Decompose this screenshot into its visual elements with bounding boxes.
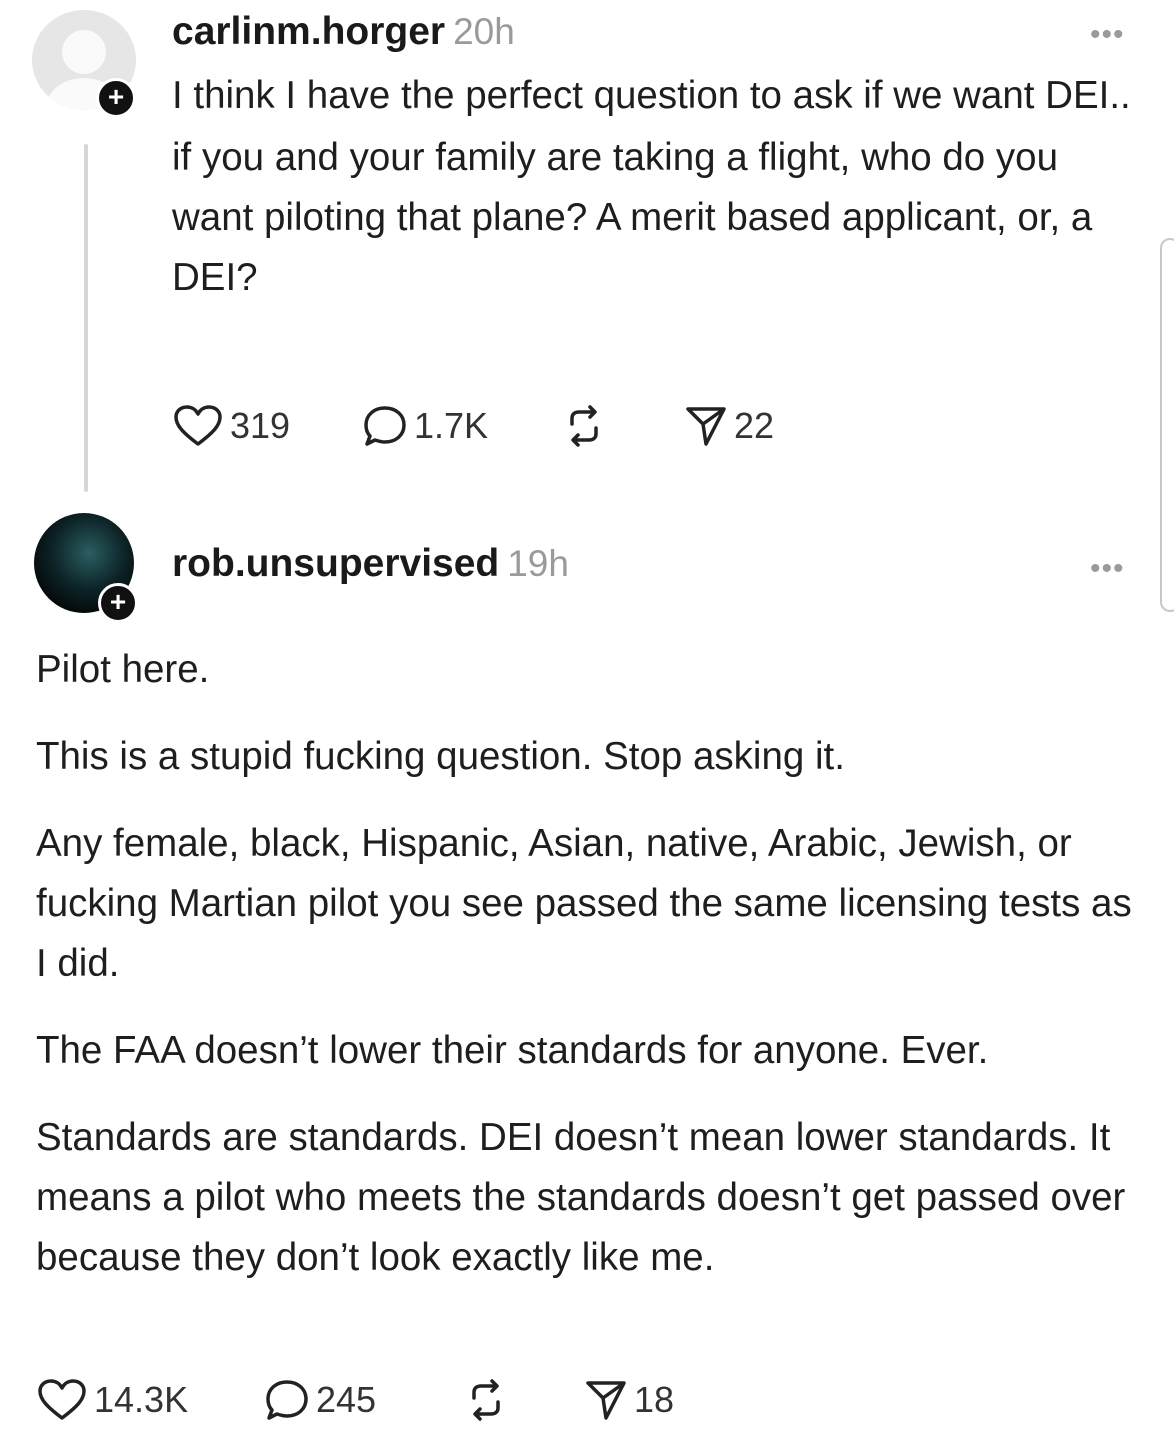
- comment-count: 245: [316, 1379, 377, 1420]
- username[interactable]: carlinm.horger: [172, 10, 445, 53]
- reply-paragraph: The FAA doesn’t lower their standards fo…: [36, 1029, 989, 1072]
- reply-actions: 14.3K 245 18: [36, 1378, 674, 1422]
- reply-paragraph: Pilot here.: [36, 648, 210, 691]
- username[interactable]: rob.unsupervised: [172, 542, 499, 585]
- comment-icon: [364, 406, 406, 446]
- repost-button[interactable]: [462, 1378, 584, 1422]
- like-button[interactable]: 319: [172, 404, 362, 448]
- like-count: 14.3K: [94, 1379, 189, 1420]
- post-text: I think I have the perfect question to a…: [172, 66, 1132, 310]
- timestamp: 20h: [453, 11, 515, 52]
- comment-icon: [266, 1380, 308, 1420]
- comment-count: 1.7K: [414, 405, 489, 446]
- like-count: 319: [230, 405, 291, 446]
- avatar-head: [62, 30, 106, 74]
- repost-icon: [570, 405, 598, 447]
- share-button[interactable]: 18: [584, 1378, 674, 1422]
- reply-paragraph: Standards are standards. DEI doesn’t mea…: [36, 1116, 1126, 1279]
- reply-header: rob.unsupervised 19h: [172, 542, 569, 586]
- thread-line: [84, 144, 88, 492]
- more-icon[interactable]: •••: [1090, 552, 1125, 586]
- follow-button[interactable]: +: [98, 583, 138, 623]
- reply-paragraph: Any female, black, Hispanic, Asian, nati…: [36, 822, 1132, 985]
- repost-button[interactable]: [560, 404, 684, 448]
- share-icon: [586, 1381, 626, 1420]
- reply-paragraph: This is a stupid fucking question. Stop …: [36, 735, 845, 778]
- post-actions: 319 1.7K 22: [172, 404, 774, 448]
- more-icon[interactable]: •••: [1090, 18, 1125, 52]
- share-count: 18: [634, 1379, 675, 1420]
- post-paragraph: if you and your family are taking a flig…: [172, 136, 1093, 299]
- reply-text: Pilot here. This is a stupid fucking que…: [36, 640, 1146, 1315]
- post-header: carlinm.horger 20h: [172, 10, 515, 54]
- comment-button[interactable]: 1.7K: [362, 404, 560, 448]
- share-icon: [686, 407, 726, 446]
- heart-icon: [174, 405, 222, 446]
- share-button[interactable]: 22: [684, 404, 774, 448]
- post-paragraph: I think I have the perfect question to a…: [172, 74, 1131, 117]
- heart-icon: [38, 1379, 86, 1420]
- share-count: 22: [734, 405, 775, 446]
- repost-icon: [472, 1379, 500, 1421]
- timestamp: 19h: [507, 543, 569, 584]
- follow-button[interactable]: +: [96, 78, 136, 118]
- like-button[interactable]: 14.3K: [36, 1378, 264, 1422]
- side-edge: [1160, 238, 1174, 612]
- comment-button[interactable]: 245: [264, 1378, 462, 1422]
